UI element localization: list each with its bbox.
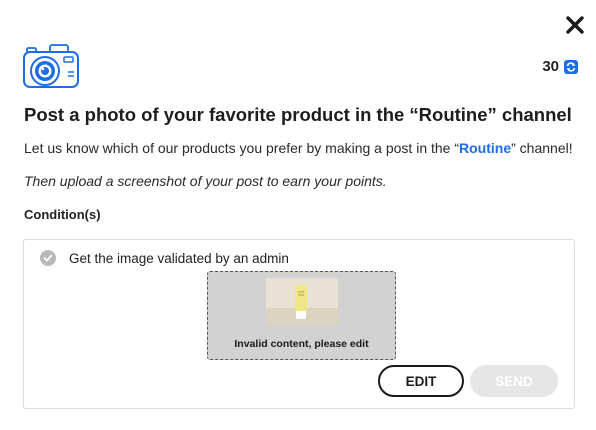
description-text-start: Let us know which of our products you pr… [24, 140, 460, 156]
product-thumbnail [266, 278, 338, 325]
conditions-heading: Condition(s) [24, 207, 101, 222]
preview-status-text: Invalid content, please edit [234, 338, 369, 350]
check-circle-icon [40, 250, 56, 266]
modal-title: Post a photo of your favorite product in… [24, 104, 572, 125]
condition-card: Get the image validated by an admin Inva… [23, 239, 575, 409]
points-value: 30 [542, 58, 559, 75]
points-badge: 30 [542, 58, 578, 75]
image-upload-preview[interactable]: Invalid content, please edit [207, 271, 396, 360]
close-button[interactable] [564, 14, 586, 36]
upload-note: Then upload a screenshot of your post to… [24, 173, 387, 189]
close-icon [566, 16, 584, 34]
description-text-end: ” channel! [511, 140, 573, 156]
edit-button[interactable]: EDIT [378, 365, 464, 397]
condition-row: Get the image validated by an admin [40, 250, 289, 266]
channel-link[interactable]: Routine [459, 140, 511, 156]
condition-text: Get the image validated by an admin [69, 250, 289, 266]
camera-icon [22, 42, 80, 90]
refresh-token-icon [564, 59, 578, 74]
send-button[interactable]: SEND [470, 365, 558, 397]
task-description: Let us know which of our products you pr… [24, 140, 573, 156]
